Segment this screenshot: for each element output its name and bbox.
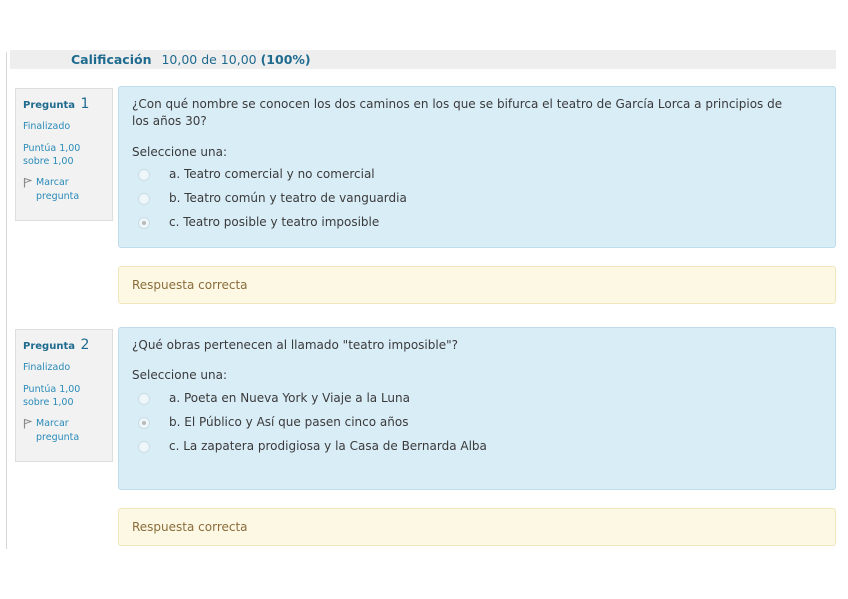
question-1-text: ¿Con qué nombre se conocen los dos camin…: [132, 97, 783, 129]
question-2-state: Finalizado: [23, 361, 71, 373]
question-2-number: Pregunta 2: [23, 337, 90, 353]
grade-percent: (100%): [260, 52, 311, 67]
flag-icon: [23, 419, 32, 429]
question-2-grade: Puntúa 1,00 sobre 1,00: [23, 383, 81, 409]
question-1-option-a[interactable]: a. Teatro comercial y no comercial: [132, 163, 821, 187]
question-1-grade: Puntúa 1,00 sobre 1,00: [23, 142, 81, 168]
radio-button[interactable]: [138, 392, 150, 405]
grade-summary: Calificación 10,00 de 10,00 (100%): [10, 50, 836, 69]
grade-label: Calificación: [71, 52, 152, 67]
question-2-option-a[interactable]: a. Poeta en Nueva York y Viaje a la Luna: [132, 387, 821, 411]
question-2-option-c[interactable]: c. La zapatera prodigiosa y la Casa de B…: [132, 435, 821, 459]
question-1-prompt: Seleccione una:: [132, 144, 227, 159]
radio-button-selected[interactable]: [138, 217, 150, 230]
radio-button[interactable]: [138, 193, 150, 206]
question-1-formulation: ¿Con qué nombre se conocen los dos camin…: [118, 86, 836, 248]
quiz-review-page: Calificación 10,00 de 10,00 (100%) Pregu…: [0, 0, 848, 599]
question-1-feedback: Respuesta correcta: [118, 266, 836, 304]
question-2-text: ¿Qué obras pertenecen al llamado "teatro…: [132, 338, 458, 352]
left-divider: [6, 52, 7, 549]
question-1-flag[interactable]: Marcar pregunta: [23, 176, 112, 203]
question-1-option-c[interactable]: c. Teatro posible y teatro imposible: [132, 211, 821, 235]
question-1-option-b[interactable]: b. Teatro común y teatro de vanguardia: [132, 187, 821, 211]
question-2-info: Pregunta 2 Finalizado Puntúa 1,00 sobre …: [15, 329, 113, 462]
question-2-formulation: ¿Qué obras pertenecen al llamado "teatro…: [118, 327, 836, 490]
question-2-feedback: Respuesta correcta: [118, 508, 836, 546]
question-1-state: Finalizado: [23, 120, 71, 132]
question-1-number: Pregunta 1: [23, 96, 90, 112]
radio-button[interactable]: [138, 440, 150, 453]
grade-value: 10,00 de 10,00: [161, 52, 257, 67]
question-2-option-b[interactable]: b. El Público y Así que pasen cinco años: [132, 411, 821, 435]
question-1-info: Pregunta 1 Finalizado Puntúa 1,00 sobre …: [15, 88, 113, 221]
question-2-prompt: Seleccione una:: [132, 368, 227, 383]
radio-button-selected[interactable]: [138, 416, 150, 429]
flag-icon: [23, 178, 32, 188]
radio-button[interactable]: [138, 169, 150, 182]
question-2-flag[interactable]: Marcar pregunta: [23, 417, 112, 444]
